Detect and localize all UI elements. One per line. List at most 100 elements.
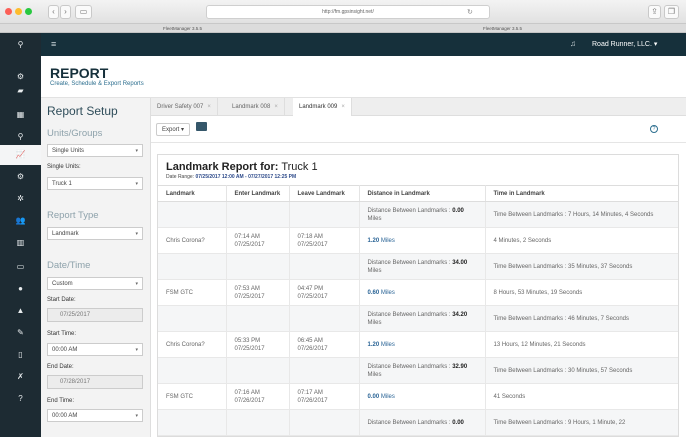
time-between-cell: Time Between Landmarks : 30 Minutes, 57 … [485,357,678,384]
col-leave-landmark[interactable]: Leave Landmark [289,185,360,202]
start-date-field[interactable]: 07/25/2017 [47,308,143,322]
enter-date: 07/25/2017 [234,345,265,352]
time-cell: 41 Seconds [485,383,678,410]
tab-label: Landmark 008 [232,104,271,110]
vehicle-icon[interactable]: ▰ [0,81,41,101]
help-icon[interactable]: ? [650,125,658,133]
user-icon[interactable]: ● [0,279,41,299]
distance-cell: 0.00 Miles [359,383,486,410]
start-time-select[interactable]: 00:00 AM ▾ [47,343,143,356]
tab-landmark-008[interactable]: Landmark 008 × [226,98,285,116]
col-distance-in-landmark[interactable]: Distance in Landmark [359,185,486,202]
close-icon[interactable]: × [341,104,345,110]
tools-icon[interactable]: ✎ [0,323,41,343]
tab-label: Driver Safety 007 [157,104,204,110]
page-header: REPORT Create, Schedule & Export Reports [41,56,686,98]
table-row-between: Distance Between Landmarks : 32.90 Miles T… [158,357,678,384]
distance-label: Distance Between Landmarks : [367,259,453,266]
date-mode-select[interactable]: Custom ▾ [47,277,143,290]
units-heading: Units/Groups [47,128,103,139]
close-window-icon[interactable] [5,8,12,15]
close-icon[interactable]: × [274,104,278,110]
unit-select[interactable]: Truck 1 ▾ [47,177,143,190]
datetime-heading: Date/Time [47,260,91,271]
chart-icon[interactable]: 📈 [0,145,41,165]
start-time-value: 00:00 AM [52,347,78,353]
page-subtitle: Create, Schedule & Export Reports [50,81,144,87]
distance-unit: Miles [367,371,382,378]
share-button[interactable]: ⇪ [648,5,661,19]
monitor-icon[interactable]: ▭ [0,257,41,277]
enter-time: 05:33 PM [234,337,261,344]
distance-between-cell: Distance Between Landmarks : 34.00 Miles [359,253,486,280]
single-units-label: Single Units: [47,164,81,170]
account-menu[interactable]: Road Runner, LLC. ▾ [592,40,657,48]
barcode-icon[interactable]: ▥ [0,233,41,253]
distance-unit: Miles [380,289,395,296]
landmark-cell [158,357,227,384]
settings-icon[interactable]: ⚙ [0,167,41,187]
distance-cell: 1.20 Miles [359,227,486,254]
browser-tab-bar: FleetManager 3.5.5 FleetManager 3.5.5 [0,24,686,33]
distance-unit: Miles [367,319,382,326]
report-type-select[interactable]: Landmark ▾ [47,227,143,240]
minimize-window-icon[interactable] [15,8,22,15]
table-row: Chris Corona? 05:33 PM 07/25/2017 06:45 AM 0… [158,331,678,358]
browser-tab-left[interactable]: FleetManager 3.5.5 [163,24,202,33]
users-icon[interactable]: 👥 [0,211,41,231]
browser-chrome: ‹ › ▭ http://fm.gpsinsight.net/ ↻ ⇪ ❐ [0,0,686,24]
units-mode-select[interactable]: Single Units ▾ [47,144,143,157]
wrench-icon[interactable]: ✗ [0,367,41,387]
end-date-field[interactable]: 07/28/2017 [47,375,143,389]
table-header-row: Landmark Enter Landmark Leave Landmark D… [158,185,678,202]
leave-cell [289,357,360,384]
map-icon[interactable]: ▦ [0,105,41,125]
leave-cell: 04:47 PM 07/25/2017 [289,279,360,306]
leave-cell [289,201,360,228]
tab-landmark-009[interactable]: Landmark 009 × [293,98,352,117]
leave-date: 07/26/2017 [297,397,328,404]
road-icon[interactable]: ▲ [0,301,41,321]
leave-time: 07:17 AM [297,389,323,396]
distance-between-cell: Distance Between Landmarks : 0.00 [359,409,486,436]
maximize-window-icon[interactable] [25,8,32,15]
enter-time: 07:14 AM [234,233,260,240]
reload-icon[interactable]: ↻ [467,6,473,19]
end-time-select[interactable]: 00:00 AM ▾ [47,409,143,422]
notification-icon[interactable]: ♫ [570,39,576,48]
distance-cell: 0.60 Miles [359,279,486,306]
distance-value: 0.00 [452,419,464,426]
close-icon[interactable]: × [207,104,211,110]
gear-icon[interactable]: ✲ [0,189,41,209]
leave-cell [289,409,360,436]
report-toolbar: Export ▾ ? [151,116,686,143]
address-bar[interactable]: http://fm.gpsinsight.net/ ↻ [206,5,490,19]
forward-button[interactable]: › [60,5,71,19]
start-time-label: Start Time: [47,331,77,337]
landmark-cell [158,253,227,280]
distance-unit: Miles [367,267,382,274]
date-range: Date Range: 07/25/2017 12:00 AM - 07/27/… [166,174,296,180]
help-icon[interactable]: ? [0,389,41,409]
tabs-button[interactable]: ❐ [664,5,679,19]
report-setup-panel: Report Setup Units/Groups Single Units ▾ … [41,98,151,437]
menu-icon[interactable]: ≡ [51,39,56,49]
sidebar-toggle-button[interactable]: ▭ [75,5,92,19]
distance-label: Distance Between Landmarks : [367,419,453,426]
tab-label: Landmark 009 [299,104,338,110]
print-icon[interactable] [196,122,207,131]
col-enter-landmark[interactable]: Enter Landmark [226,185,290,202]
col-time-in-landmark[interactable]: Time in Landmark [485,185,678,202]
end-time-value: 00:00 AM [52,413,78,419]
tab-driver-safety-007[interactable]: Driver Safety 007 × [151,98,218,116]
location-pin-icon[interactable]: ⚲ [0,35,41,55]
distance-between-cell: Distance Between Landmarks : 0.00 Miles [359,201,486,228]
document-icon[interactable]: ▯ [0,345,41,365]
export-button[interactable]: Export ▾ [156,123,191,136]
leave-cell [289,305,360,332]
location-icon[interactable]: ⚲ [0,127,41,147]
col-landmark[interactable]: Landmark [158,185,227,202]
browser-tab-right[interactable]: FleetManager 3.5.5 [483,24,522,33]
back-button[interactable]: ‹ [48,5,59,19]
distance-value: 34.20 [452,311,468,318]
